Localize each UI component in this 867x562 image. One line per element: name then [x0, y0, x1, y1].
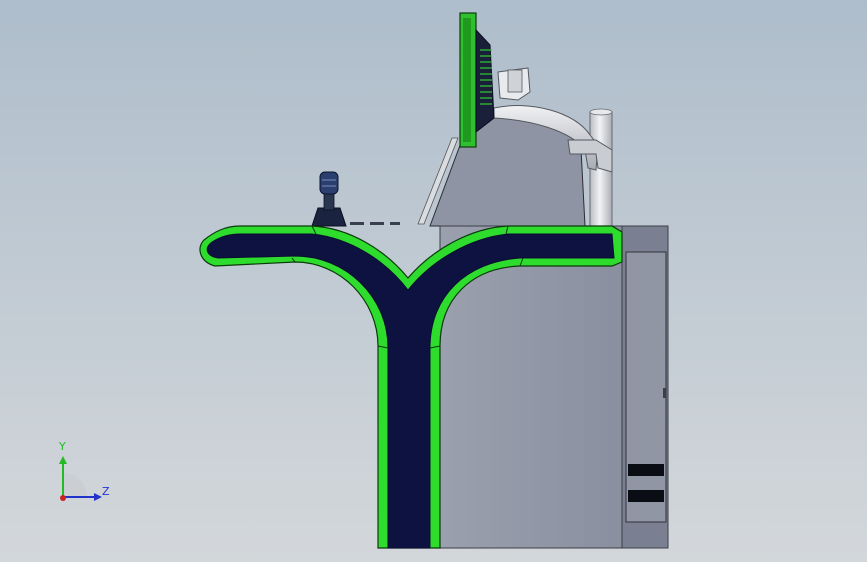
z-axis-label: Z: [102, 485, 110, 498]
triad-plane: [63, 473, 87, 497]
y-axis-label: Y: [59, 440, 66, 453]
axis-triad: Y Z: [44, 440, 124, 510]
x-axis-dot: [60, 495, 66, 501]
console-side-view: [199, 12, 669, 549]
door-handle: [663, 388, 666, 398]
joystick: [311, 171, 400, 227]
z-axis-arrow: [94, 493, 102, 501]
cad-viewport[interactable]: Y Z: [0, 0, 867, 562]
y-axis-arrow: [59, 456, 67, 464]
